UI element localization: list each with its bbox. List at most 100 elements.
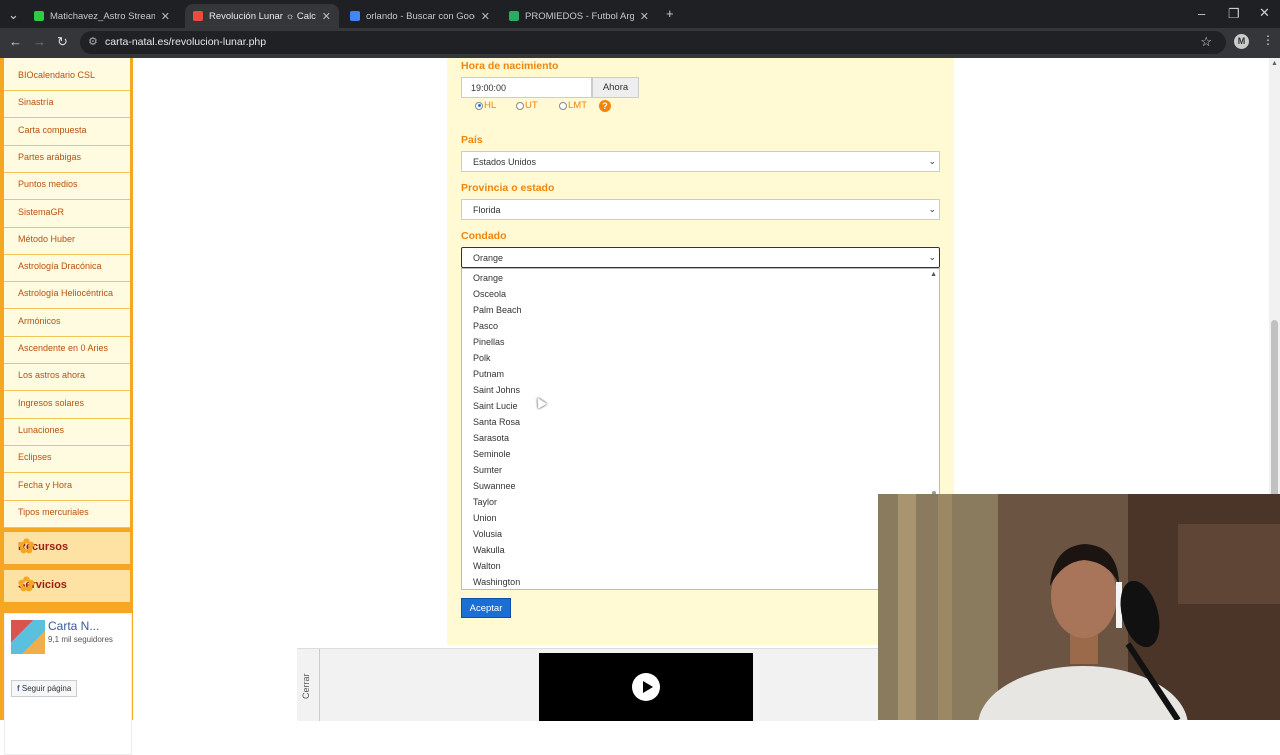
county-option[interactable]: Palm Beach (473, 305, 522, 315)
sidebar-item[interactable]: Ingresos solares (18, 398, 84, 408)
divider (4, 253, 130, 255)
sidebar-item[interactable]: Sinastría (18, 97, 54, 107)
accept-button[interactable]: Aceptar (461, 598, 511, 618)
scroll-up-arrow-icon[interactable]: ▲ (930, 271, 937, 278)
county-option[interactable]: Sarasota (473, 433, 509, 443)
county-option[interactable]: Walton (473, 561, 501, 571)
close-window-icon[interactable]: ✕ (1259, 5, 1270, 21)
sidebar-item[interactable]: Ascendente en 0 Aries (18, 343, 108, 353)
sidebar-item[interactable]: Fecha y Hora (18, 480, 72, 490)
browser-tab-1[interactable]: Matichavez_Astro Stream - Wa ✕ (26, 4, 178, 28)
county-option[interactable]: Orange (473, 273, 503, 283)
radio-label: UT (525, 100, 538, 111)
county-option[interactable]: Pasco (473, 321, 498, 331)
county-option[interactable]: Wakulla (473, 545, 505, 555)
sidebar-item[interactable]: BIOcalendario CSL (18, 70, 95, 80)
now-button[interactable]: Ahora (592, 77, 639, 98)
tab-favicon-icon (34, 11, 44, 21)
birth-time-input[interactable]: 19:00:00 (461, 77, 592, 98)
restore-icon[interactable]: ❐ (1228, 6, 1240, 22)
divider (4, 526, 130, 528)
new-tab-icon[interactable]: + (666, 6, 674, 21)
sidebar-item[interactable]: Astrología Dracónica (18, 261, 102, 271)
sidebar-item[interactable]: Los astros ahora (18, 370, 85, 380)
sidebar-item[interactable]: Método Huber (18, 234, 75, 244)
browser-tab-3[interactable]: orlando - Buscar con Google ✕ (342, 4, 498, 28)
tab-title: Revolución Lunar ☼ Calcula tu lu (209, 10, 316, 22)
sidebar-item[interactable]: Astrología Heliocéntrica (18, 288, 113, 298)
help-icon[interactable]: ? (599, 100, 611, 112)
browser-tab-4[interactable]: PROMIEDOS - Futbol Argentino ✕ (501, 4, 657, 28)
county-option[interactable]: Polk (473, 353, 491, 363)
bookmark-star-icon[interactable]: ☆ (1200, 34, 1212, 50)
radio-hl[interactable]: HL (475, 100, 496, 111)
sidebar-item[interactable]: Puntos medios (18, 179, 78, 189)
radio-label: LMT (568, 100, 587, 111)
sidebar-item[interactable]: Carta compuesta (18, 125, 87, 135)
tab-search-icon[interactable]: ⌄ (8, 7, 19, 23)
state-select[interactable]: Florida ⌄ (461, 199, 940, 220)
minimize-icon[interactable]: – (1198, 6, 1205, 21)
divider (4, 199, 130, 201)
ad-video[interactable] (539, 653, 753, 721)
sidebar-item[interactable]: Armónicos (18, 316, 61, 326)
close-tab-icon[interactable]: ✕ (481, 10, 490, 23)
webcam-overlay (878, 494, 1280, 720)
county-option[interactable]: Osceola (473, 289, 506, 299)
browser-tab-2[interactable]: Revolución Lunar ☼ Calcula tu lu ✕ (185, 4, 339, 28)
radio-ut[interactable]: UT (516, 100, 538, 111)
county-option[interactable]: Santa Rosa (473, 417, 520, 427)
divider (4, 417, 130, 419)
sidebar-section-servicios[interactable]: Servicios ✿ (4, 570, 130, 602)
county-option[interactable]: Saint Lucie (473, 401, 518, 411)
facebook-page-name[interactable]: Carta N... (48, 619, 99, 633)
page-scrollbar-thumb[interactable] (1271, 320, 1278, 500)
close-ad-button[interactable]: Cerrar (301, 673, 311, 699)
county-option[interactable]: Union (473, 513, 497, 523)
county-option[interactable]: Pinellas (473, 337, 505, 347)
divider (4, 335, 130, 337)
site-info-icon[interactable]: ⚙ (88, 35, 98, 48)
close-tab-icon[interactable]: ✕ (322, 10, 331, 23)
divider (4, 90, 130, 91)
flower-decoration-icon: ✿ (18, 574, 35, 596)
county-dropdown-list[interactable]: ▲ Orange Osceola Palm Beach Pasco Pinellas Po… (461, 268, 940, 590)
county-option[interactable]: Sumter (473, 465, 502, 475)
county-option[interactable]: Taylor (473, 497, 497, 507)
county-option[interactable]: Putnam (473, 369, 504, 379)
play-icon[interactable] (632, 673, 660, 701)
sidebar-item[interactable]: Eclipses (18, 452, 52, 462)
url-text: carta-natal.es/revolucion-lunar.php (105, 36, 267, 48)
country-label: País (461, 134, 483, 146)
close-tab-icon[interactable]: ✕ (640, 10, 649, 23)
county-option[interactable]: Volusia (473, 529, 502, 539)
sidebar-item[interactable]: Partes arábigas (18, 152, 81, 162)
county-option[interactable]: Washington (473, 577, 520, 587)
profile-avatar[interactable]: M (1234, 34, 1249, 49)
country-select[interactable]: Estados Unidos ⌄ (461, 151, 940, 172)
browser-menu-icon[interactable]: ⋮ (1262, 33, 1274, 47)
county-option[interactable]: Seminole (473, 449, 511, 459)
county-option[interactable]: Suwannee (473, 481, 516, 491)
close-tab-icon[interactable]: ✕ (161, 10, 170, 23)
follow-page-button[interactable]: f Seguir página (11, 680, 78, 697)
divider (4, 144, 130, 146)
page-logo[interactable] (11, 620, 45, 654)
radio-lmt[interactable]: LMT (559, 100, 587, 111)
sidebar-item[interactable]: Lunaciones (18, 425, 64, 435)
sidebar-item[interactable]: Tipos mercuriales (18, 507, 89, 517)
sidebar-section-recursos[interactable]: Recursos ✿ (4, 532, 130, 564)
ad-banner: Cerrar (297, 648, 879, 721)
scroll-up-arrow-icon[interactable]: ▲ (1271, 60, 1278, 67)
sidebar-item[interactable]: SistemaGR (18, 207, 64, 217)
forward-icon[interactable]: → (33, 34, 46, 49)
address-bar[interactable]: ⚙ carta-natal.es/revolucion-lunar.php ☆ (80, 31, 1226, 54)
tab-title: orlando - Buscar con Google (366, 10, 475, 22)
browser-tab-bar: ⌄ Matichavez_Astro Stream - Wa✕ Revolució… (0, 0, 1280, 28)
state-value: Florida (473, 204, 501, 215)
reload-icon[interactable]: ↻ (57, 34, 68, 50)
birth-time-label: Hora de nacimiento (461, 60, 559, 72)
back-icon[interactable]: ← (9, 34, 22, 49)
county-select[interactable]: Orange ⌄ (461, 247, 940, 268)
county-option[interactable]: Saint Johns (473, 385, 520, 395)
